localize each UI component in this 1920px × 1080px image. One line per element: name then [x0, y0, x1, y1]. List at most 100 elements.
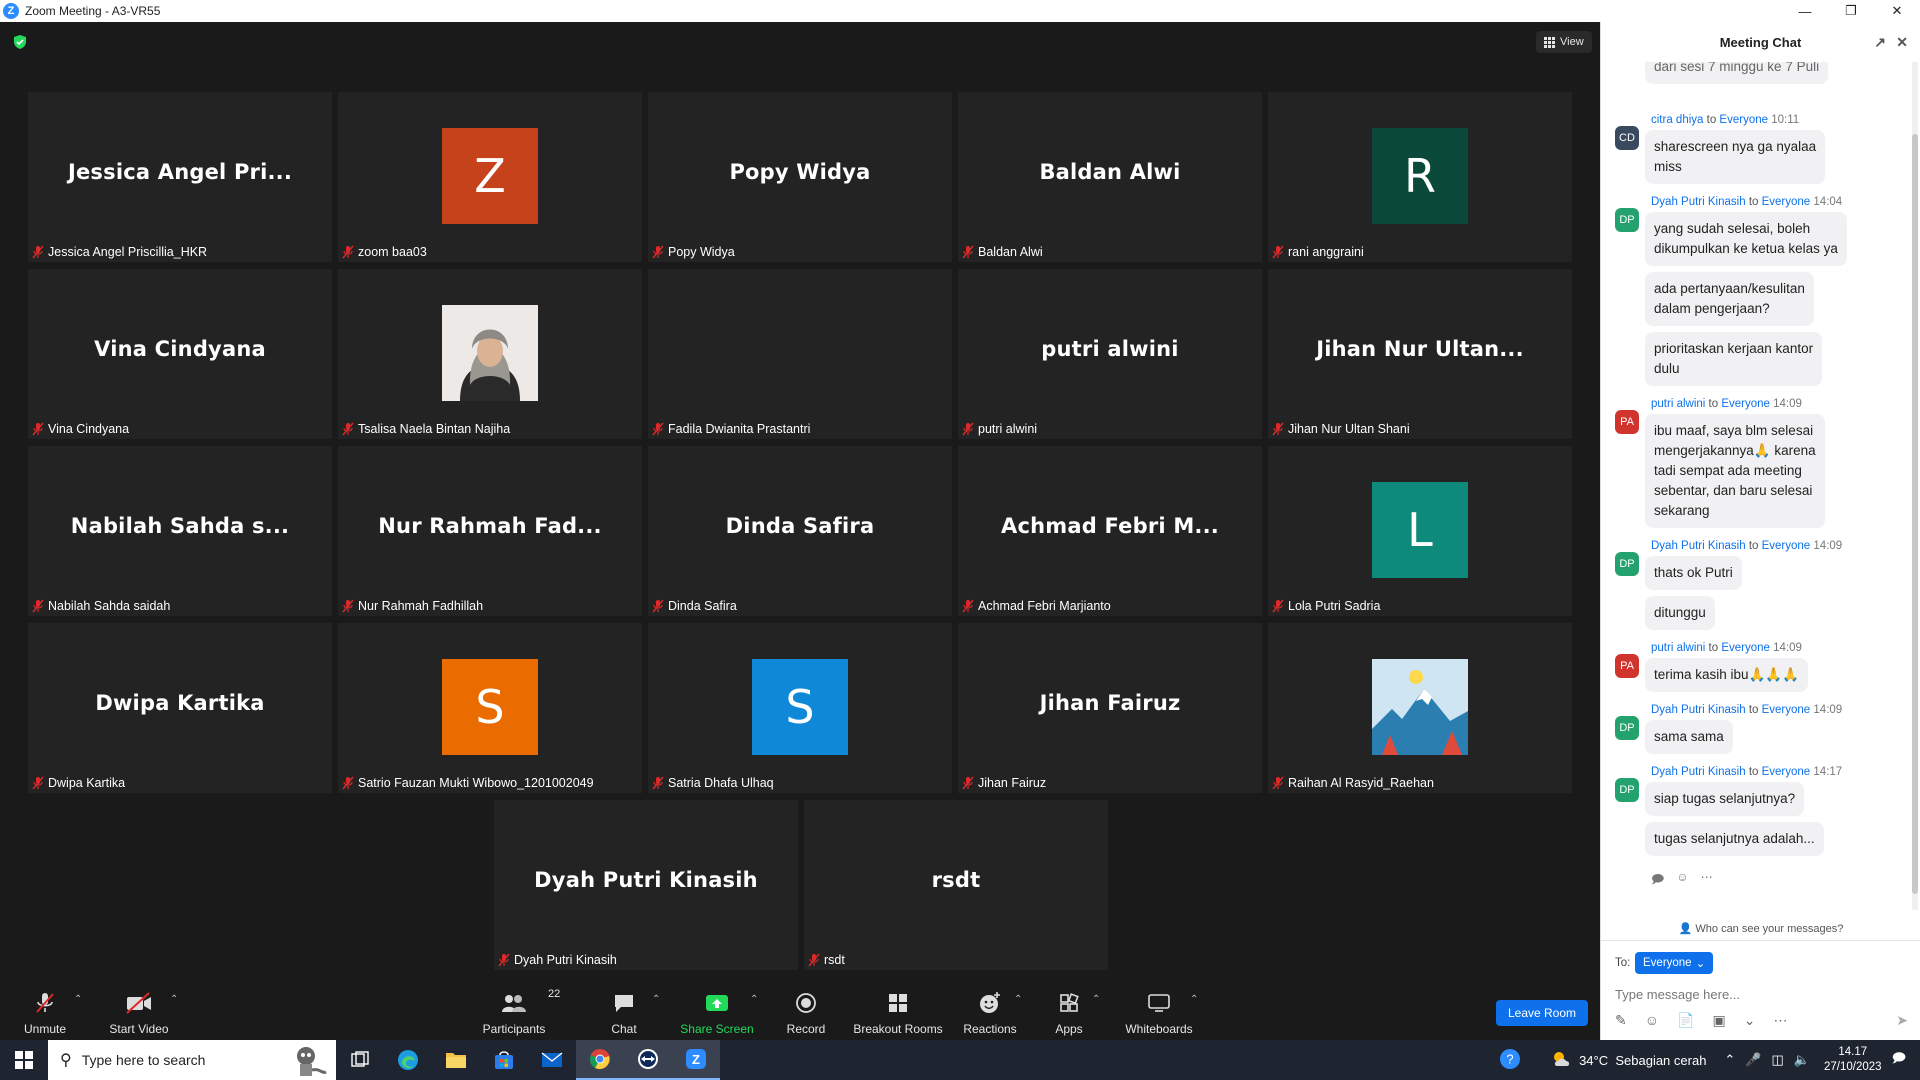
minimize-button[interactable]: —	[1782, 0, 1828, 22]
reactions-options-caret[interactable]: ⌃	[1014, 994, 1022, 1005]
participant-tile[interactable]: Dyah Putri Kinasih Dyah Putri Kinasih	[494, 800, 798, 970]
sender-name[interactable]: Dyah Putri Kinasih	[1651, 766, 1746, 778]
windows-start-button[interactable]	[0, 1040, 48, 1080]
breakout-rooms-button[interactable]: Breakout Rooms	[852, 984, 944, 1036]
participant-tile[interactable]: Achmad Febri M... Achmad Febri Marjianto	[958, 446, 1262, 616]
participants-button[interactable]: 22 Participants	[482, 984, 561, 1036]
format-text-icon[interactable]: ✎	[1615, 1012, 1627, 1029]
chat-options-caret[interactable]: ⌃	[652, 994, 660, 1005]
close-chat-icon[interactable]: ✕	[1896, 34, 1908, 51]
pop-out-icon[interactable]: ↗	[1874, 34, 1886, 51]
apps-button[interactable]: Apps	[1052, 984, 1086, 1036]
sender-name[interactable]: Dyah Putri Kinasih	[1651, 704, 1746, 716]
participant-display-name: putri alwini	[1041, 337, 1179, 361]
participant-name-label: Baldan Alwi	[962, 243, 1049, 261]
file-icon[interactable]: 📄	[1677, 1012, 1694, 1029]
chat-message-bubble[interactable]: ditunggu	[1645, 596, 1715, 630]
more-icon[interactable]: ⋯	[1773, 1012, 1787, 1029]
react-emoji-icon[interactable]: ☺	[1676, 870, 1688, 891]
participant-tile[interactable]: Nabilah Sahda s... Nabilah Sahda saidah	[28, 446, 332, 616]
participant-tile[interactable]: S Satria Dhafa Ulhaq	[648, 623, 952, 793]
chevron-down-icon[interactable]: ⌄	[1744, 1012, 1756, 1029]
participant-tile[interactable]: Jihan Fairuz Jihan Fairuz	[958, 623, 1262, 793]
participant-tile[interactable]: Dwipa Kartika Dwipa Kartika	[28, 623, 332, 793]
task-view-icon[interactable]	[336, 1040, 384, 1080]
zoom-app-icon[interactable]: Z	[672, 1040, 720, 1080]
help-icon[interactable]: ?	[1499, 1048, 1521, 1073]
participant-tile[interactable]: Tsalisa Naela Bintan Najiha	[338, 269, 642, 439]
chat-button[interactable]: Chat	[606, 984, 642, 1036]
clock[interactable]: 14.17 27/10/2023	[1824, 1045, 1882, 1075]
chat-message-bubble[interactable]: prioritaskan kerjaan kantor dulu	[1645, 332, 1823, 386]
chat-message-bubble[interactable]: ibu maaf, saya blm selesai mengerjakanny…	[1645, 414, 1825, 528]
emoji-icon[interactable]: ☺	[1645, 1012, 1659, 1029]
participant-tile[interactable]: Baldan Alwi Baldan Alwi	[958, 92, 1262, 262]
participant-tile[interactable]: S Satrio Fauzan Mukti Wibowo_1201002049	[338, 623, 642, 793]
participant-tile[interactable]: Popy Widya Popy Widya	[648, 92, 952, 262]
chat-message-bubble[interactable]: terima kasih ibu🙏🙏🙏	[1645, 658, 1808, 692]
participant-tile[interactable]: Jihan Nur Ultan... Jihan Nur Ultan Shani	[1268, 269, 1572, 439]
volume-icon[interactable]: 🔈	[1794, 1052, 1810, 1068]
tray-chevron-up-icon[interactable]: ⌃	[1724, 1052, 1735, 1068]
microphone-icon[interactable]: 🎤	[1745, 1052, 1761, 1068]
sender-name[interactable]: Dyah Putri Kinasih	[1651, 196, 1746, 208]
view-button[interactable]: View	[1536, 31, 1592, 53]
apps-options-caret[interactable]: ⌃	[1092, 994, 1100, 1005]
chat-message-list[interactable]: dari sesi 7 minggu ke 7 Puli citra dhiya…	[1601, 62, 1920, 906]
sender-name[interactable]: putri alwini	[1651, 642, 1705, 654]
participant-tile[interactable]: rsdt rsdt	[804, 800, 1108, 970]
sender-name[interactable]: putri alwini	[1651, 398, 1705, 410]
participant-tile[interactable]: Dinda Safira Dinda Safira	[648, 446, 952, 616]
chat-message-bubble[interactable]: thats ok Putri	[1645, 556, 1742, 590]
sender-name[interactable]: Dyah Putri Kinasih	[1651, 540, 1746, 552]
record-button[interactable]: Record	[786, 984, 826, 1036]
whiteboards-button[interactable]: Whiteboards	[1124, 984, 1194, 1036]
edge-browser-icon[interactable]	[384, 1040, 432, 1080]
network-icon[interactable]: ◫	[1772, 1052, 1784, 1068]
leave-room-button[interactable]: Leave Room	[1496, 1000, 1588, 1026]
chat-message-bubble[interactable]: ada pertanyaan/kesulitan dalam pengerjaa…	[1645, 272, 1814, 326]
chat-message-bubble[interactable]: tugas selanjutnya adalah...	[1645, 822, 1824, 856]
screenshot-icon[interactable]: ▣	[1712, 1012, 1725, 1029]
chat-message-bubble[interactable]: yang sudah selesai, boleh dikumpulkan ke…	[1645, 212, 1847, 266]
start-video-button[interactable]: Start Video	[104, 984, 174, 1036]
weather-text[interactable]: 34°C Sebagian cerah	[1579, 1053, 1706, 1068]
notifications-icon[interactable]: 🗩	[1892, 1049, 1906, 1071]
reactions-button[interactable]: Reactions	[962, 984, 1018, 1036]
participant-tile[interactable]: Nur Rahmah Fad... Nur Rahmah Fadhillah	[338, 446, 642, 616]
microsoft-store-icon[interactable]	[480, 1040, 528, 1080]
chat-message-bubble[interactable]: sharescreen nya ga nyalaa miss	[1645, 130, 1826, 184]
close-button[interactable]: ✕	[1874, 0, 1920, 22]
who-can-see-link[interactable]: 👤 Who can see your messages?	[1601, 922, 1920, 935]
maximize-button[interactable]: ❐	[1828, 0, 1874, 22]
send-icon[interactable]: ➤	[1896, 1012, 1908, 1029]
participant-tile[interactable]: Zzoom baa03	[338, 92, 642, 262]
participant-tile[interactable]: Raihan Al Rasyid_Raehan	[1268, 623, 1572, 793]
participant-tile[interactable]: Jessica Angel Pri... Jessica Angel Prisci…	[28, 92, 332, 262]
chat-scrollbar[interactable]	[1912, 62, 1918, 910]
file-explorer-icon[interactable]	[432, 1040, 480, 1080]
whiteboards-options-caret[interactable]: ⌃	[1190, 994, 1198, 1005]
more-options-icon[interactable]: ⋯	[1701, 870, 1713, 891]
chrome-browser-icon[interactable]	[576, 1040, 624, 1080]
reply-icon[interactable]: 🗩	[1651, 870, 1664, 891]
teamviewer-icon[interactable]	[624, 1040, 672, 1080]
recipient-dropdown[interactable]: Everyone ⌄	[1635, 952, 1714, 974]
chat-message-input[interactable]	[1615, 982, 1905, 1006]
taskbar-search-box[interactable]: ⚲ Type here to search	[48, 1040, 336, 1080]
svg-text:?: ?	[1506, 1051, 1513, 1066]
mail-icon[interactable]	[528, 1040, 576, 1080]
chat-message-bubble[interactable]: sama sama	[1645, 720, 1733, 754]
video-options-caret[interactable]: ⌃	[170, 994, 178, 1005]
participant-tile[interactable]: L Lola Putri Sadria	[1268, 446, 1572, 616]
share-options-caret[interactable]: ⌃	[750, 994, 758, 1005]
share-screen-button[interactable]: Share Screen	[680, 984, 754, 1036]
participant-tile[interactable]: putri alwini putri alwini	[958, 269, 1262, 439]
participant-tile[interactable]: Rrani anggraini	[1268, 92, 1572, 262]
participant-tile[interactable]: Vina Cindyana Vina Cindyana	[28, 269, 332, 439]
chat-message-bubble[interactable]: siap tugas selanjutnya?	[1645, 782, 1805, 816]
participant-tile[interactable]: Fadila Dwianita Prastantri	[648, 269, 952, 439]
unmute-button[interactable]: Unmute	[18, 984, 72, 1036]
sender-name[interactable]: citra dhiya	[1651, 114, 1703, 126]
audio-options-caret[interactable]: ⌃	[74, 994, 82, 1005]
